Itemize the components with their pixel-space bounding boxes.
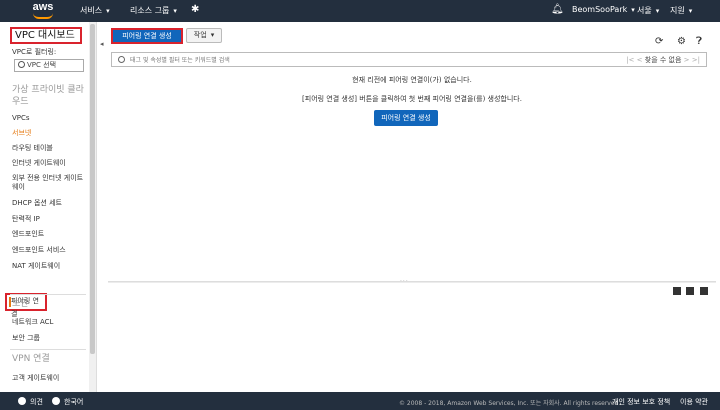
top-navigation-bar: aws 서비스 ▾ 리소스 그룹 ▾ ✱ 🔔︎ BeomSooPark ▾ 서울 ▾ 지…	[0, 0, 720, 22]
user-menu[interactable]: BeomSooPark ▾	[572, 5, 635, 14]
first-page-icon[interactable]: |<	[626, 56, 634, 64]
search-input[interactable]	[130, 55, 600, 65]
pagination: |< < 찾을 수 없음 > >|	[626, 55, 700, 65]
vpc-dashboard-link[interactable]: VPC 대시보드	[10, 27, 82, 44]
sidebar-item-dhcp-options[interactable]: DHCP 옵션 세트	[12, 199, 86, 208]
services-menu[interactable]: 서비스 ▾	[80, 5, 110, 16]
region-label: 서울	[637, 6, 652, 15]
drag-handle-icon[interactable]: ···	[400, 278, 409, 285]
last-page-icon[interactable]: >|	[692, 56, 700, 64]
previous-page-icon[interactable]: <	[637, 56, 643, 64]
collapse-sidebar-icon[interactable]: ◂	[100, 40, 104, 48]
services-label: 서비스	[80, 6, 103, 15]
search-icon	[118, 56, 125, 63]
search-icon	[18, 61, 25, 68]
layout-full-icon[interactable]	[700, 287, 708, 295]
main-content: 피어링 연결 생성 작업▾ ⟳ ⚙ ❓︎ |< < 찾을 수 없음 > >| 현…	[104, 22, 720, 392]
pane-splitter[interactable]	[108, 281, 716, 283]
section-virtual-private-cloud: 가상 프라이빗 클라우드	[12, 85, 84, 107]
sidebar-item-elastic-ip[interactable]: 탄력적 IP	[12, 215, 86, 224]
layout-bottom-icon[interactable]	[672, 287, 681, 295]
chevron-down-icon: ▾	[655, 7, 660, 15]
vpc-filter-label: VPC로 필터링:	[12, 48, 57, 56]
support-label: 지원	[670, 6, 685, 15]
actions-label: 작업	[193, 31, 207, 39]
sidebar-scroll-thumb[interactable]	[90, 24, 95, 354]
feedback-label: 의견	[30, 398, 43, 406]
sidebar-item-egress-only-gateways[interactable]: 외부 전용 인터넷 게이트웨이	[12, 174, 86, 192]
sidebar-item-customer-gateways[interactable]: 고객 게이트웨이	[12, 374, 86, 383]
sidebar-item-security-groups[interactable]: 보안 그룹	[12, 334, 86, 343]
user-name: BeomSooPark	[572, 5, 628, 14]
sidebar-item-route-tables[interactable]: 라우팅 테이블	[12, 144, 86, 153]
globe-icon	[52, 397, 60, 405]
layout-toggle-group	[670, 287, 708, 297]
aws-logo-text: aws	[32, 1, 54, 13]
sidebar-item-internet-gateways[interactable]: 인터넷 게이트웨이	[12, 159, 86, 168]
actions-button[interactable]: 작업 ▾	[186, 28, 222, 43]
help-icon[interactable]: ❓︎	[696, 36, 702, 47]
empty-state-message: 현재 리전에 피어링 연결이(가) 없습니다.	[352, 76, 472, 84]
feedback-icon	[18, 397, 26, 405]
divider	[10, 349, 86, 350]
terms-of-use-link[interactable]: 이용 약관	[680, 397, 708, 407]
aws-logo[interactable]: aws	[30, 1, 56, 21]
copyright-text: © 2008 - 2018, Amazon Web Services, Inc.…	[399, 400, 621, 407]
sidebar-item-subnets[interactable]: 서브넷	[12, 129, 86, 138]
section-vpn: VPN 연결	[12, 354, 50, 364]
bell-icon[interactable]: 🔔︎	[551, 4, 564, 15]
region-menu[interactable]: 서울 ▾	[637, 5, 659, 16]
next-page-icon[interactable]: >	[684, 56, 690, 64]
language-selector[interactable]: 한국어	[52, 397, 83, 407]
support-menu[interactable]: 지원 ▾	[670, 5, 692, 16]
sidebar-item-endpoint-services[interactable]: 엔드포인트 서비스	[12, 246, 86, 255]
sidebar: VPC 대시보드 VPC로 필터링: VPC 선택 가상 프라이빗 클라우드 V…	[0, 22, 97, 392]
create-peering-connection-center-button[interactable]: 피어링 연결 생성	[374, 110, 438, 126]
sidebar-item-endpoints[interactable]: 엔드포인트	[12, 230, 86, 239]
sidebar-item-network-acl[interactable]: 네트워크 ACL	[12, 318, 86, 327]
vpc-select[interactable]: VPC 선택	[14, 59, 84, 72]
language-label: 한국어	[64, 398, 84, 406]
sidebar-item-nat-gateways[interactable]: NAT 게이트웨이	[12, 262, 86, 271]
active-indicator	[9, 297, 11, 307]
divider	[10, 294, 86, 295]
chevron-down-icon: ▾	[106, 7, 110, 15]
filter-search-bar: |< < 찾을 수 없음 > >|	[111, 52, 707, 67]
section-security: 보안	[12, 299, 29, 309]
pagination-status: 찾을 수 없음	[644, 56, 682, 64]
aws-smile-icon	[33, 13, 53, 19]
vpc-select-label: VPC 선택	[27, 61, 57, 69]
layout-split-icon[interactable]	[686, 287, 695, 295]
chevron-down-icon: ▾	[210, 31, 215, 39]
chevron-down-icon: ▾	[688, 7, 693, 15]
footer: 의견 한국어 © 2008 - 2018, Amazon Web Service…	[0, 392, 720, 410]
gear-icon[interactable]: ⚙	[677, 36, 686, 47]
chevron-down-icon: ▾	[631, 6, 635, 14]
empty-state-instruction: [피어링 연결 생성] 버튼을 클릭하여 첫 번째 피어링 연결을(를) 생성합…	[302, 95, 522, 103]
feedback-link[interactable]: 의견	[18, 397, 43, 407]
resource-groups-menu[interactable]: 리소스 그룹 ▾	[130, 5, 177, 16]
privacy-policy-link[interactable]: 개인 정보 보호 정책	[612, 397, 670, 407]
sidebar-item-vpcs[interactable]: VPCs	[12, 114, 86, 123]
resource-groups-label: 리소스 그룹	[130, 6, 170, 15]
pin-icon[interactable]: ✱	[191, 4, 199, 15]
refresh-icon[interactable]: ⟳	[655, 36, 663, 47]
chevron-down-icon: ▾	[173, 7, 177, 15]
create-peering-connection-button[interactable]: 피어링 연결 생성	[111, 28, 183, 44]
